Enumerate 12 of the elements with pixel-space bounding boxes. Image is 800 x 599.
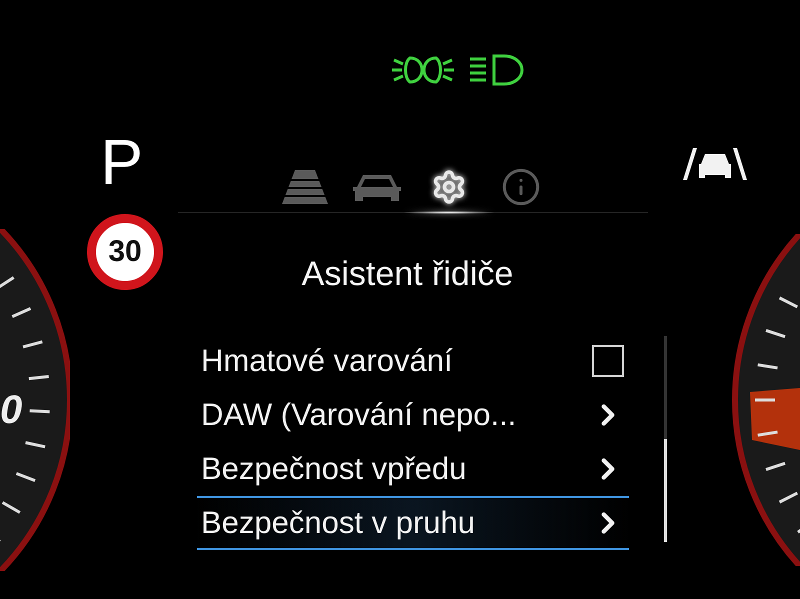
- speed-limit-sign: 30: [87, 214, 163, 290]
- menu-item-label: Bezpečnost vpředu: [201, 451, 466, 487]
- menu-item[interactable]: DAW (Varování nepo...: [197, 388, 629, 442]
- menu-item[interactable]: Bezpečnost v pruhu: [197, 496, 629, 550]
- menu-item-label: Bezpečnost v pruhu: [201, 505, 476, 541]
- gear-indicator: P: [100, 130, 143, 194]
- gauge-number: 0: [0, 388, 22, 433]
- menu-item-label: DAW (Varování nepo...: [201, 397, 516, 433]
- menu-item-label: Hmatové varování: [201, 343, 453, 379]
- menu-title: Asistent řidiče: [302, 255, 514, 294]
- menu-item[interactable]: Bezpečnost vpředu: [197, 442, 629, 496]
- menu-item[interactable]: Hmatové varování: [197, 334, 629, 388]
